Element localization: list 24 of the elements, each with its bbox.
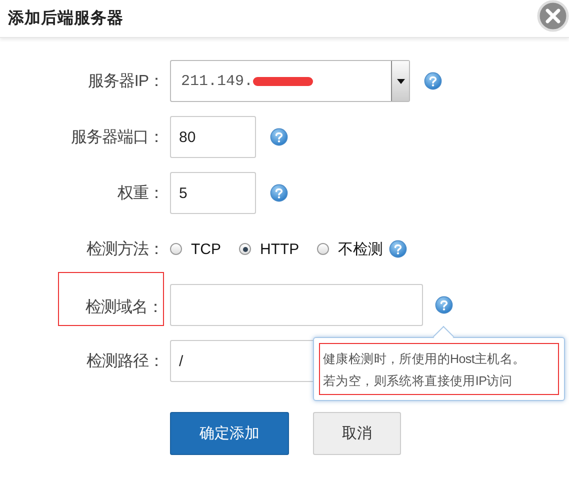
- number-field[interactable]: 80: [170, 116, 256, 158]
- radio-option[interactable]: 不检测: [317, 240, 384, 258]
- field-label: 检测路径：: [86, 352, 164, 372]
- text-field[interactable]: [170, 284, 423, 326]
- number-field[interactable]: 5: [170, 172, 256, 214]
- help-icon[interactable]: [435, 296, 453, 314]
- field-label: 权重：: [118, 184, 164, 204]
- highlighted-label: 检测域名：: [58, 272, 164, 326]
- help-icon[interactable]: [389, 240, 408, 258]
- help-icon[interactable]: [270, 184, 288, 202]
- close-icon[interactable]: [537, 0, 569, 32]
- dialog-title: 添加后端服务器: [8, 8, 124, 29]
- radio-option[interactable]: HTTP: [239, 240, 300, 258]
- help-icon[interactable]: [270, 128, 288, 146]
- select-value: 211.149.: [180, 72, 254, 90]
- help-icon[interactable]: [424, 72, 442, 90]
- field-label: 检测方法：: [86, 240, 164, 260]
- confirm-button[interactable]: 确定添加: [170, 412, 289, 455]
- ip-select[interactable]: 211.149.: [170, 60, 410, 102]
- field-label: 服务器端口：: [71, 128, 164, 148]
- field-label: 服务器IP：: [88, 72, 164, 92]
- radio-option[interactable]: TCP: [170, 240, 221, 258]
- dropdown-arrow-icon[interactable]: [396, 78, 404, 84]
- cancel-button[interactable]: 取消: [313, 412, 401, 455]
